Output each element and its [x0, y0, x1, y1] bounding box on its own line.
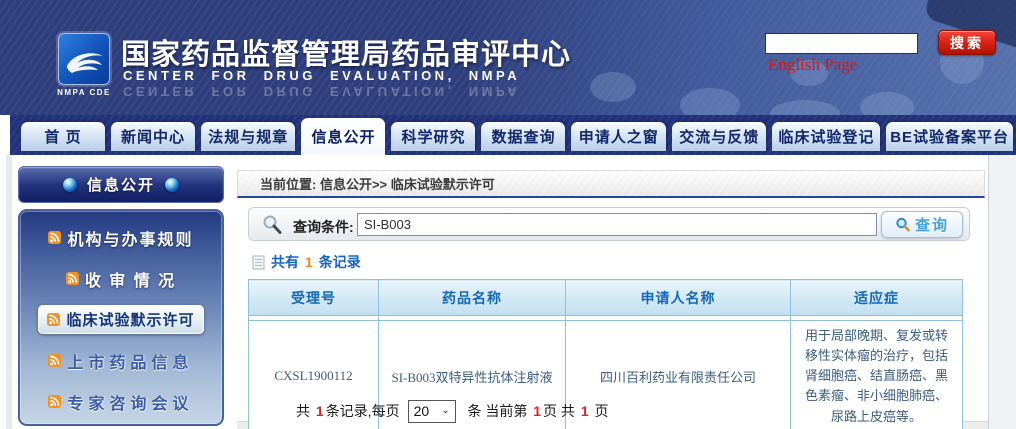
site-subtitle: CENTER FOR DRUG EVALUATION, NMPA	[123, 68, 520, 83]
results-count: 共有 1 条记录	[252, 252, 361, 272]
sidebar-item-acceptance-review[interactable]: 收 审 情 况	[20, 258, 222, 299]
search-icon	[895, 217, 911, 233]
logo-caption: NMPA CDE	[50, 88, 118, 97]
tab-be-filing-platform[interactable]: BE试验备案平台	[886, 122, 1013, 151]
tab-home[interactable]: 首 页	[21, 122, 105, 151]
site-subtitle-reflection: CENTER FOR DRUG EVALUATION, NMPA	[123, 84, 520, 99]
orb-icon	[63, 178, 77, 192]
rss-icon	[48, 395, 61, 408]
per-page-value: 20	[414, 403, 430, 419]
sidebar-item-marketed-drug-info[interactable]: 上市药品信息	[20, 340, 222, 381]
cde-logo	[58, 33, 110, 85]
orb-icon	[165, 178, 179, 192]
results-prefix: 共有	[271, 252, 299, 272]
site-header: NMPA CDE 国家药品监督管理局药品审评中心 CENTER FOR DRUG…	[0, 0, 1016, 115]
col-drug-name: 药品名称	[379, 280, 566, 316]
sidebar-item-org-rules[interactable]: 机构与办事规则	[20, 217, 222, 258]
col-applicant-name: 申请人名称	[566, 280, 791, 316]
sidebar-item-label: 上市药品信息	[67, 349, 193, 373]
breadcrumb: 当前位置: 信息公开>> 临床试验默示许可	[237, 170, 985, 198]
tab-info-disclosure[interactable]: 信息公开	[301, 118, 385, 155]
sidebar-title-bar: 信息公开	[18, 166, 224, 203]
site-title: 国家药品监督管理局药品审评中心	[121, 31, 571, 73]
pagination-text: 条 当前第	[464, 401, 532, 421]
swan-logo-icon	[63, 42, 107, 78]
left-edge-strip	[6, 155, 12, 429]
pagination-text: 条记录,每页	[326, 401, 400, 421]
tab-news[interactable]: 新闻中心	[111, 122, 195, 151]
pagination-text: 页	[591, 401, 609, 421]
query-label: 查询条件:	[293, 217, 354, 237]
tab-science-research[interactable]: 科学研究	[391, 122, 475, 151]
pagination-text: 页 共	[543, 401, 579, 421]
current-page: 1	[531, 403, 543, 419]
sidebar-item-label: 临床试验默示许可	[66, 309, 194, 330]
chevron-down-icon: ⌄	[441, 406, 449, 416]
rss-icon	[48, 231, 61, 244]
results-count-number: 1	[305, 254, 313, 270]
breadcrumb-text: 当前位置: 信息公开>> 临床试验默示许可	[260, 174, 495, 193]
sidebar-selected-pill: 临床试验默示许可	[38, 305, 203, 334]
col-indication: 适应症	[791, 280, 963, 316]
sidebar-item-clinical-trial-implied-license[interactable]: 临床试验默示许可	[20, 299, 222, 340]
list-icon	[252, 255, 265, 270]
col-acceptance-number: 受理号	[249, 280, 379, 316]
pagination: 共 1条记录,每页20⌄ 条 当前第 1页 共 1 页	[248, 399, 962, 423]
per-page-select[interactable]: 20 ⌄	[408, 400, 456, 423]
right-gutter	[988, 155, 1016, 429]
main-nav: 首 页 新闻中心 法规与规章 信息公开 科学研究 数据查询 申请人之窗 交流与反…	[10, 115, 1016, 155]
sidebar-item-label: 专家咨询会议	[67, 390, 193, 414]
query-bar: 查询条件: 查询	[248, 207, 970, 241]
page: NMPA CDE 国家药品监督管理局药品审评中心 CENTER FOR DRUG…	[0, 0, 1016, 429]
tab-applicant-window[interactable]: 申请人之窗	[571, 122, 665, 151]
site-search-button[interactable]: 搜索	[938, 30, 996, 55]
total-records: 1	[314, 403, 326, 419]
tab-clinical-trial-registry[interactable]: 临床试验登记	[772, 122, 880, 151]
tab-exchange-feedback[interactable]: 交流与反馈	[672, 122, 766, 151]
sidebar-title: 信息公开	[87, 174, 155, 195]
rss-icon	[47, 313, 60, 326]
query-button[interactable]: 查询	[881, 211, 963, 238]
site-search-input[interactable]	[765, 33, 918, 54]
total-pages: 1	[579, 403, 591, 419]
tab-data-query[interactable]: 数据查询	[481, 122, 565, 151]
rss-icon	[48, 354, 61, 367]
query-button-label: 查询	[915, 214, 949, 235]
results-suffix: 条记录	[319, 252, 361, 272]
sidebar-menu: 机构与办事规则 收 审 情 况 临床试验默示许可 上市药品信息 专家咨询会议	[18, 209, 224, 426]
sidebar-item-label: 收 审 情 况	[85, 267, 176, 291]
tab-regulations[interactable]: 法规与规章	[201, 122, 295, 151]
sidebar-item-expert-advisory[interactable]: 专家咨询会议	[20, 381, 222, 422]
query-input[interactable]	[357, 213, 877, 236]
pagination-text: 共	[296, 401, 314, 421]
sidebar-item-label: 机构与办事规则	[67, 226, 193, 250]
rss-icon	[66, 272, 79, 285]
table-header-row: 受理号 药品名称 申请人名称 适应症	[249, 280, 963, 316]
english-page-link[interactable]: English Page	[768, 55, 857, 75]
search-icon	[261, 214, 283, 236]
